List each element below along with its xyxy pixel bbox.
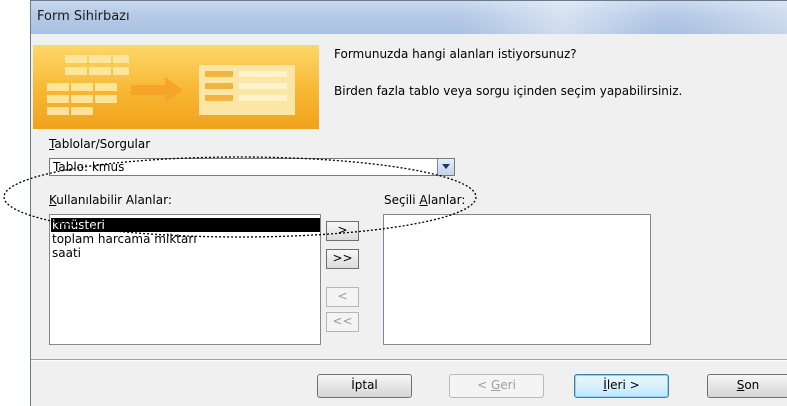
available-fields-label-rest: ullanılabilir Alanlar: [56,193,172,207]
add-field-button[interactable]: > [326,221,359,241]
next-button-rest: leri > [606,378,640,392]
footer-separator [31,359,787,361]
title-bar-glare-right [681,1,787,34]
available-fields-list[interactable]: kmüsteri toplam harcama miktarı saati [49,214,321,345]
tables-queries-label-rest: ablolar/Sorgular [54,137,151,151]
remove-field-button[interactable]: < [326,287,359,307]
back-button-rest: eri [500,378,516,392]
cancel-button[interactable]: İptal [317,374,412,398]
back-button-prefix: < [477,378,491,392]
tables-queries-label: Tablolar/Sorgular [49,137,150,151]
available-fields-label: Kullanılabilir Alanlar: [49,193,172,207]
chevron-down-icon [442,164,450,169]
window-title: Form Sihirbazı [37,9,130,24]
list-item[interactable]: toplam harcama miktarı [52,232,197,246]
list-item[interactable]: kmüsteri [51,218,320,232]
title-bar-glare [461,1,661,34]
selected-fields-list[interactable] [383,214,651,345]
title-bar[interactable]: Form Sihirbazı [31,1,787,34]
form-wizard-window: Form Sihirbazı Formunuzda hangi alanları… [30,0,787,406]
wizard-banner-image [33,45,319,129]
wizard-hint: Birden fazla tablo veya sorgu içinden se… [334,84,683,98]
selected-fields-label-rest: lanlar: [427,193,466,207]
add-all-fields-button[interactable]: >> [326,249,359,269]
selected-fields-label: Seçili Alanlar: [384,193,465,207]
next-button[interactable]: İleri > [574,374,669,398]
tables-queries-combo[interactable]: Tablo: kmus [49,158,455,176]
combo-dropdown-button[interactable] [437,159,454,175]
remove-all-fields-button[interactable]: << [326,312,359,332]
tables-queries-value: Tablo: kmus [53,160,125,174]
list-item[interactable]: saati [52,246,81,260]
selected-fields-label-prefix: Seçili [384,193,420,207]
finish-button[interactable]: Son [707,374,787,398]
finish-button-rest: on [744,378,760,392]
selected-fields-label-accel: A [419,193,428,207]
wizard-question: Formunuzda hangi alanları istiyorsunuz? [334,47,577,61]
back-button[interactable]: < Geri [449,374,544,398]
table-to-form-illustration-icon [47,55,295,115]
back-button-accel: G [490,378,501,392]
